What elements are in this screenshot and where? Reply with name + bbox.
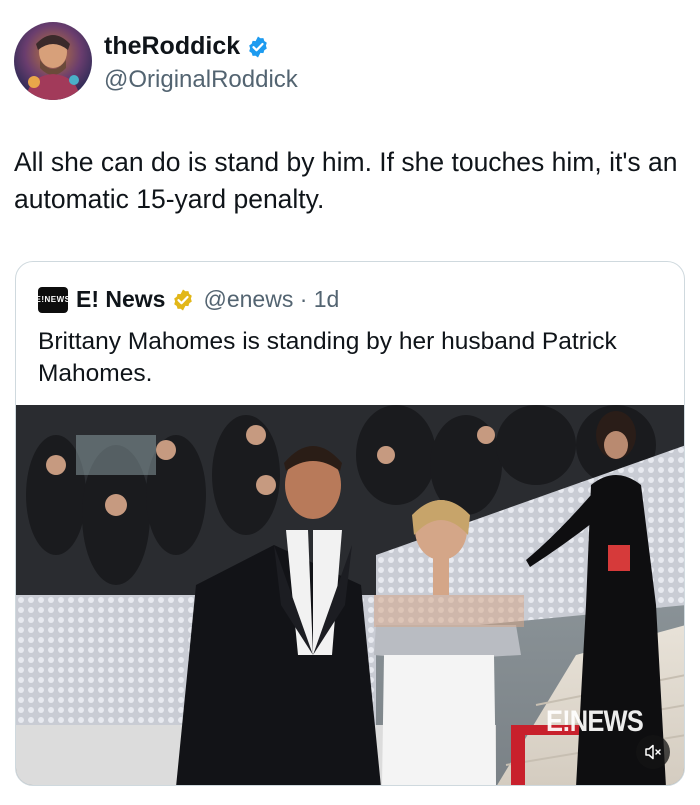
tweet-header: theRoddick @OriginalRoddick: [14, 22, 686, 106]
avatar[interactable]: [14, 22, 92, 100]
author-handle[interactable]: @OriginalRoddick: [104, 66, 298, 94]
gold-verified-badge-icon: [171, 288, 195, 312]
author-display-name[interactable]: theRoddick: [104, 32, 240, 61]
tweet-text: All she can do is stand by him. If she t…: [14, 147, 678, 214]
enews-watermark: E!NEWS: [546, 705, 644, 738]
enews-logo[interactable]: E!NEWS: [36, 286, 70, 313]
quoted-handle-time[interactable]: @enews · 1d: [203, 286, 339, 313]
verified-badge-icon: [246, 35, 270, 59]
author-name-row[interactable]: theRoddick: [104, 32, 270, 61]
quoted-media-video[interactable]: E!NEWS: [16, 405, 684, 785]
quoted-tweet-text: Brittany Mahomes is standing by her husb…: [38, 328, 617, 387]
quoted-tweet-card[interactable]: E!NEWS E! News @enews · 1d Brittany Maho…: [15, 261, 685, 786]
quoted-display-name[interactable]: E! News: [76, 286, 165, 313]
quoted-tweet-header: E!NEWS E! News @enews · 1d: [36, 286, 339, 313]
speaker-muted-icon[interactable]: [636, 735, 670, 769]
